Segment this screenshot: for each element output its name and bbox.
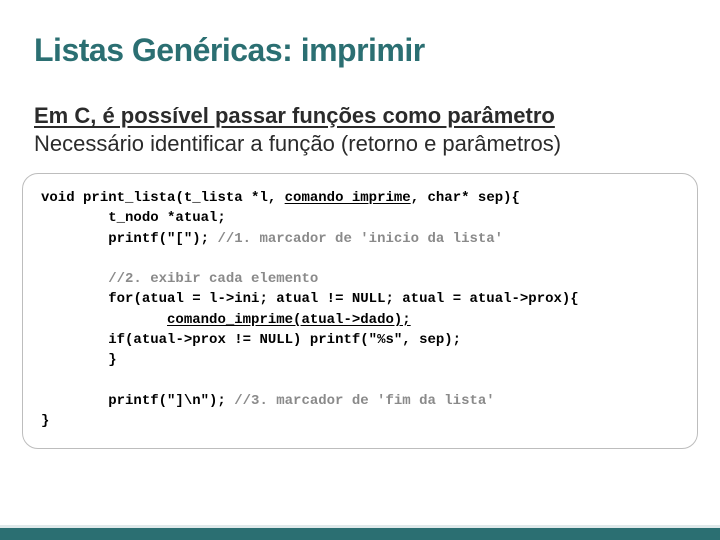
- code-text: [75, 190, 83, 206]
- keyword-if: if: [108, 332, 125, 348]
- code-text: [41, 291, 108, 307]
- code-line: }: [41, 352, 117, 368]
- param-underlined: comando imprime: [285, 190, 411, 206]
- code-line: t_nodo *atual;: [41, 210, 226, 226]
- slide-title: Listas Genéricas: imprimir: [0, 0, 720, 77]
- code-text: ,: [411, 190, 428, 206]
- code-text: (atual = l->ini; atual != NULL; atual = …: [133, 291, 578, 307]
- code-text: [41, 332, 108, 348]
- intro-line-1: Em C, é possível passar funções como par…: [0, 77, 720, 129]
- code-content: void print_lista(t_lista *l, comando imp…: [41, 188, 679, 432]
- code-text: * sep){: [461, 190, 520, 206]
- comment: //3. marcador de 'fim da lista': [234, 393, 494, 409]
- keyword-void: void: [41, 190, 75, 206]
- comment: //1. marcador de 'inicio da lista': [217, 231, 503, 247]
- function-name: print_lista: [83, 190, 175, 206]
- code-text: [41, 312, 167, 328]
- keyword-for: for: [108, 291, 133, 307]
- code-text: printf("[");: [41, 231, 217, 247]
- intro-line-2: Necessário identificar a função (retorno…: [0, 129, 720, 157]
- footer-bar: [0, 528, 720, 540]
- keyword-char: char: [428, 190, 462, 206]
- call-underlined: comando_imprime(atual->dado);: [167, 312, 411, 328]
- code-block: void print_lista(t_lista *l, comando imp…: [22, 173, 698, 449]
- code-text: (atual->prox != NULL) printf("%s", sep);: [125, 332, 461, 348]
- code-text: (t_lista *l,: [175, 190, 284, 206]
- code-line: }: [41, 413, 49, 429]
- comment: //2. exibir cada elemento: [41, 271, 318, 287]
- code-text: printf("]\n");: [41, 393, 234, 409]
